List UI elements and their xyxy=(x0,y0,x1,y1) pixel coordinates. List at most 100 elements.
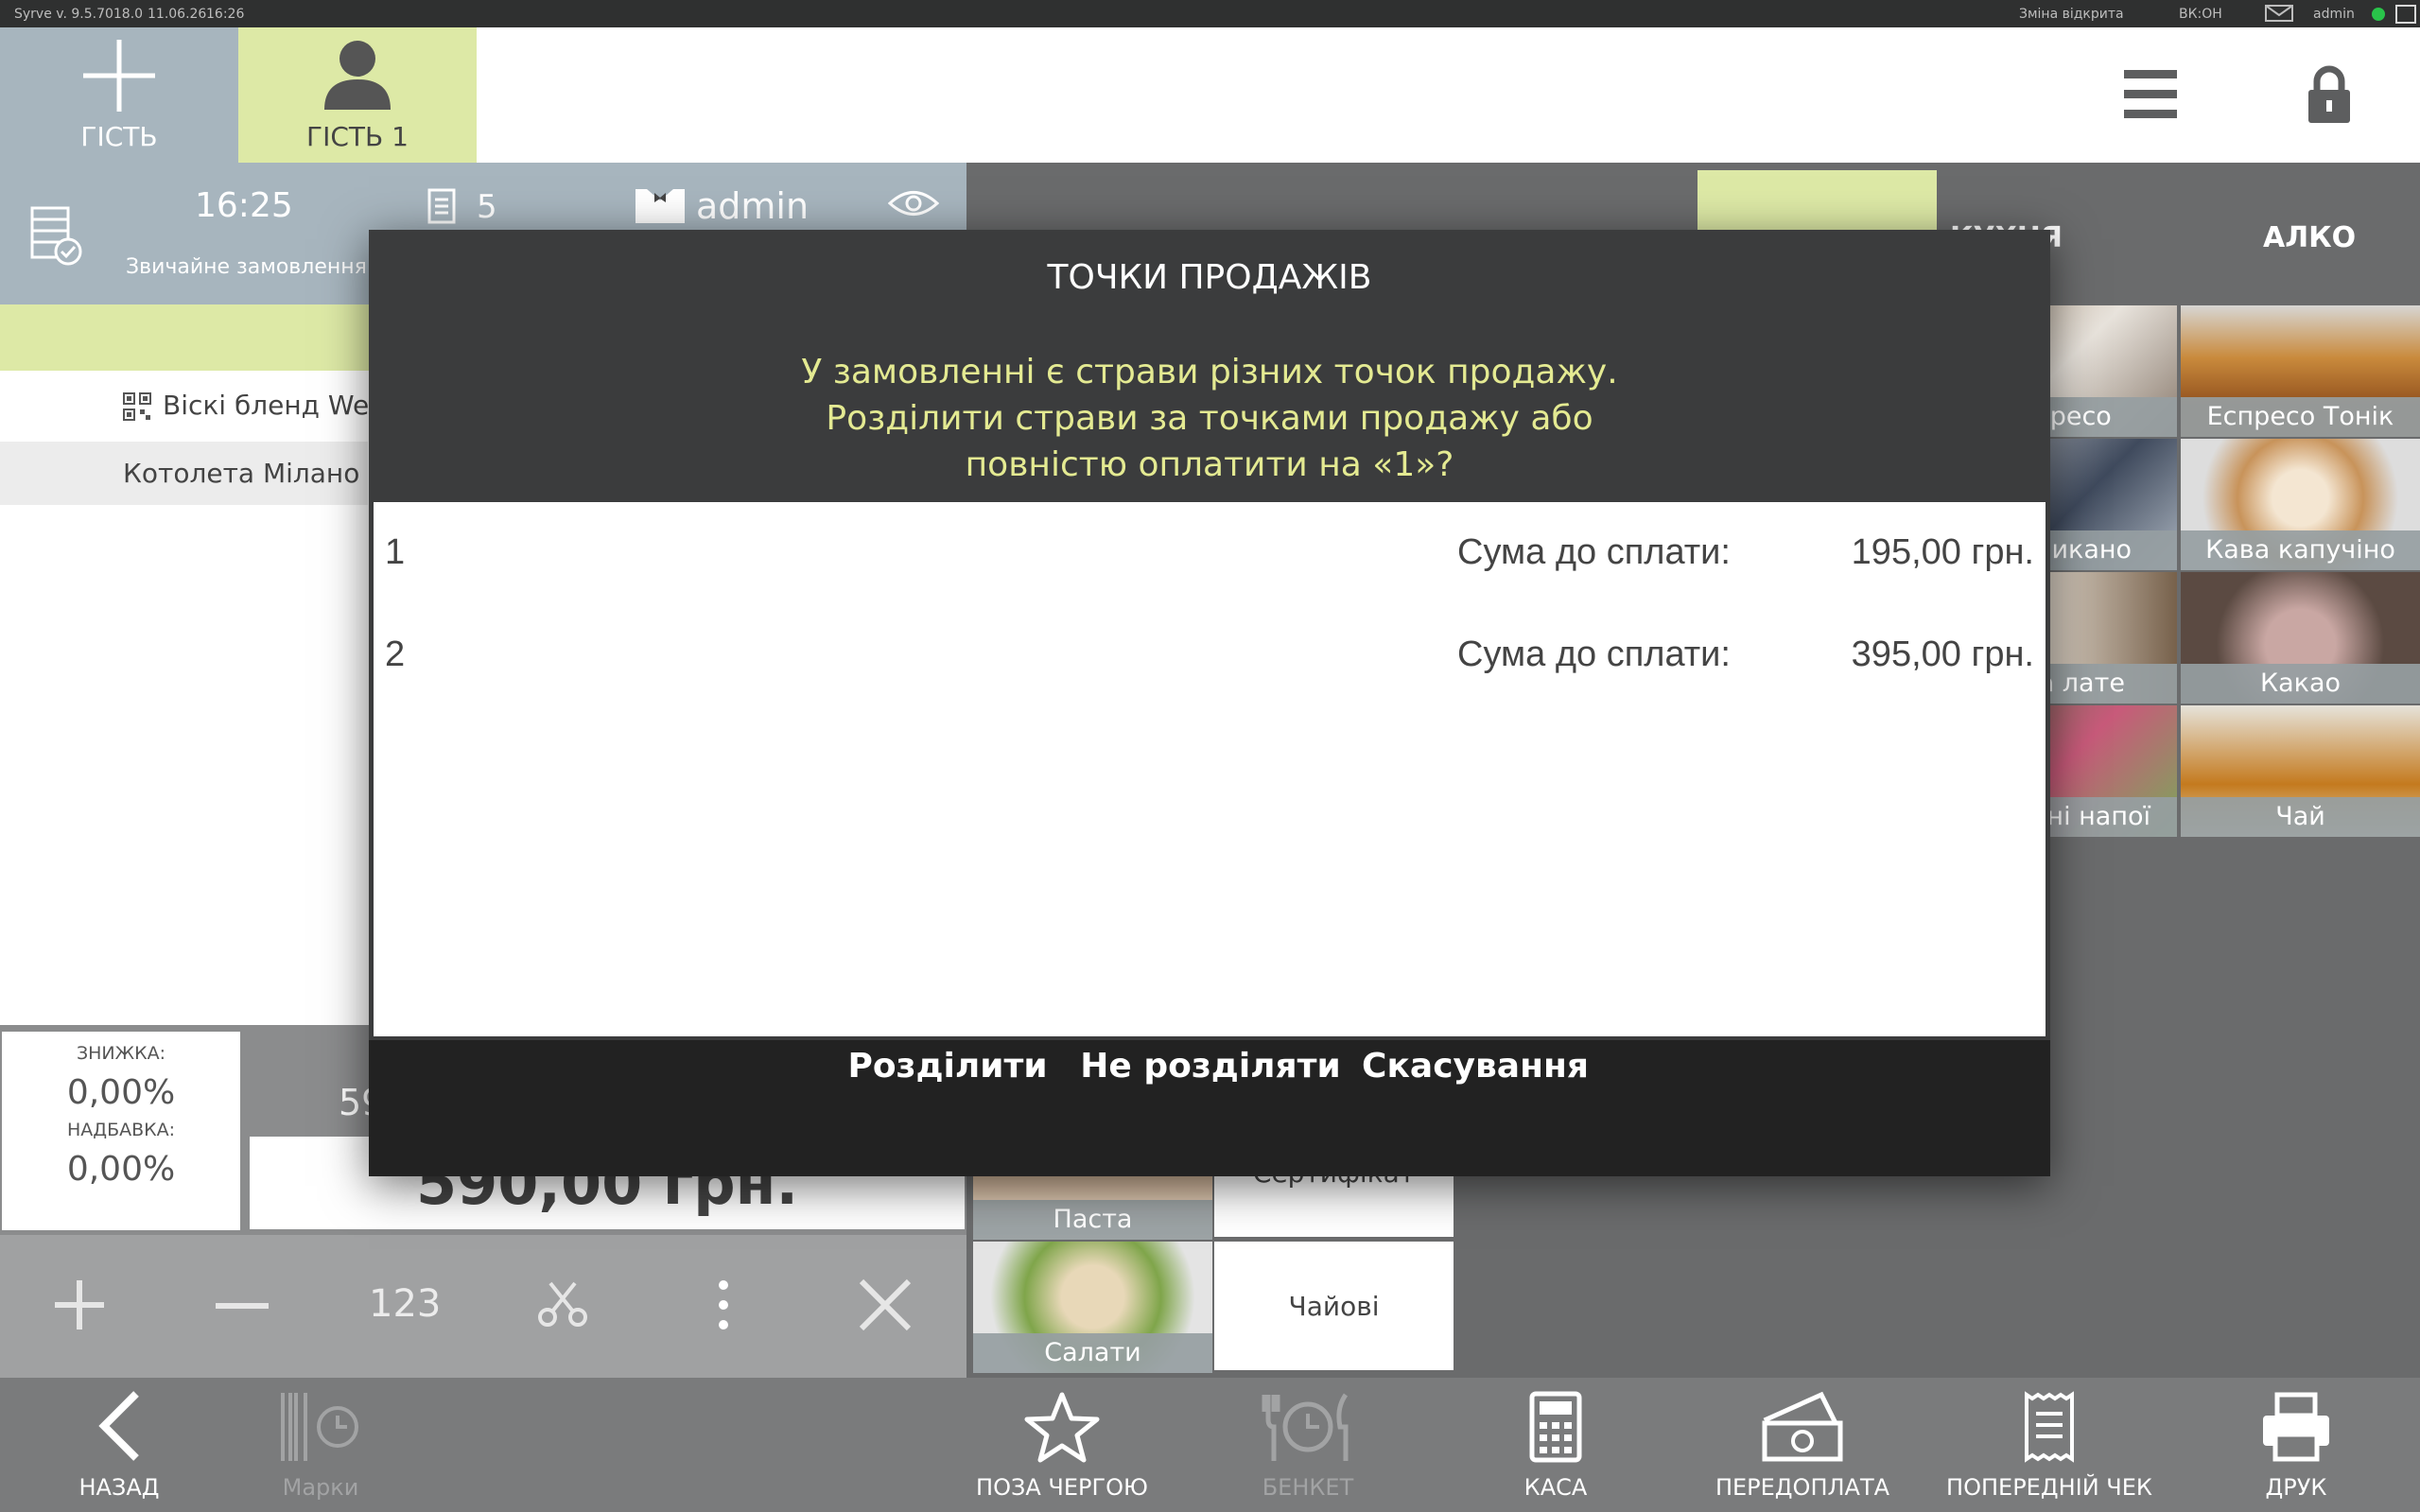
status-user: admin xyxy=(2313,7,2355,22)
calculator-icon xyxy=(1529,1391,1582,1463)
shift-status: Зміна відкрита xyxy=(2019,7,2124,22)
banquet-icon xyxy=(1262,1393,1349,1461)
menu-tile[interactable]: Какао xyxy=(2181,572,2420,704)
add-guest-label: ГІСТЬ xyxy=(80,121,158,152)
qr-code-icon xyxy=(123,392,151,421)
barcode-clock-icon xyxy=(281,1393,358,1461)
add-guest-button[interactable]: ГІСТЬ xyxy=(0,27,238,163)
surcharge-value: 0,00% xyxy=(66,1150,176,1189)
order-item[interactable]: Віскі бленд West xyxy=(0,374,393,437)
printer-icon xyxy=(2263,1392,2329,1462)
prepayment-label: ПЕРЕДОПЛАТА xyxy=(1715,1474,1890,1501)
eye-icon[interactable] xyxy=(888,189,939,217)
cash-label: КАСА xyxy=(1523,1474,1588,1501)
plus-icon xyxy=(83,40,155,112)
split-row-id: 2 xyxy=(385,634,406,674)
menu-tile[interactable]: Чай xyxy=(2181,705,2420,837)
order-toolbar xyxy=(0,1235,966,1378)
plus-icon[interactable] xyxy=(53,1278,106,1331)
split-row[interactable]: 2 Сума до сплати: 395,00 грн. xyxy=(374,604,2046,706)
mail-icon[interactable] xyxy=(2265,5,2293,22)
marks-button[interactable]: Марки xyxy=(212,1378,429,1512)
split-row-id: 1 xyxy=(385,532,406,572)
minimize-icon[interactable] xyxy=(2395,5,2416,24)
guest-avatar-icon xyxy=(324,41,391,110)
discount-label: ЗНИЖКА: xyxy=(76,1043,166,1064)
out-of-queue-button[interactable]: ПОЗА ЧЕРГОЮ xyxy=(953,1378,1171,1512)
guest-1-tab[interactable]: ГІСТЬ 1 xyxy=(238,27,477,163)
dialog-title: ТОЧКИ ПРОДАЖІВ xyxy=(1047,258,1372,297)
status-date: 11.06.26 xyxy=(148,7,207,22)
print-label: ДРУК xyxy=(2265,1474,2327,1501)
status-bar: Syrve v. 9.5.7018.0 11.06.26 16:26 Зміна… xyxy=(0,0,2420,27)
guest-row[interactable] xyxy=(0,304,369,371)
menu-tile[interactable]: Салати xyxy=(973,1242,1212,1373)
menu-tile[interactable]: Еспресо Тонік xyxy=(2181,305,2420,437)
delete-icon[interactable] xyxy=(859,1278,912,1331)
split-row-amount: 195,00 грн. xyxy=(1851,532,2034,572)
waiter-icon xyxy=(634,187,687,225)
no-split-button[interactable]: Не розділяти xyxy=(1080,1037,1340,1094)
surcharge-label: НАДБАВКА: xyxy=(66,1120,176,1140)
menu-tile-name: Чай xyxy=(2181,797,2420,837)
scissors-icon[interactable] xyxy=(537,1281,588,1329)
back-button[interactable]: НАЗАД xyxy=(10,1378,228,1512)
menu-tile[interactable]: Кава капучіно xyxy=(2181,439,2420,570)
document-icon xyxy=(427,188,456,224)
app-version: Syrve v. 9.5.7018.0 xyxy=(14,7,144,22)
category-tab-alko[interactable]: АЛКО xyxy=(2263,221,2356,254)
pre-check-button[interactable]: ПОПЕРЕДНІЙ ЧЕК xyxy=(1941,1378,2158,1512)
split-row-label: Сума до сплати: xyxy=(1457,532,1731,572)
discount-value: 0,00% xyxy=(66,1073,176,1112)
sale-points-dialog: ТОЧКИ ПРОДАЖІВ У замовленні є страви різ… xyxy=(369,230,2050,1176)
print-button[interactable]: ДРУК xyxy=(2187,1378,2405,1512)
order-item-name: Віскі бленд West xyxy=(163,390,393,421)
menu-tile-name: Чайові xyxy=(1288,1290,1380,1322)
receipt-icon xyxy=(2025,1391,2074,1463)
split-row[interactable]: 1 Сума до сплати: 195,00 грн. xyxy=(374,502,2046,604)
banquet-button[interactable]: БЕНКЕТ xyxy=(1199,1378,1417,1512)
out-of-queue-label: ПОЗА ЧЕРГОЮ xyxy=(976,1474,1148,1501)
pre-check-label: ПОПЕРЕДНІЙ ЧЕК xyxy=(1946,1474,2152,1501)
star-icon xyxy=(1024,1392,1100,1463)
marks-label: Марки xyxy=(282,1474,359,1501)
lock-icon[interactable] xyxy=(2308,64,2350,123)
cancel-button[interactable]: Скасування xyxy=(1362,1037,1589,1094)
split-row-amount: 395,00 грн. xyxy=(1851,634,2034,674)
status-time: 16:26 xyxy=(206,7,245,22)
dialog-message-line: У замовленні є страви різних точок прода… xyxy=(801,353,1618,391)
menu-tile-name: Еспресо Тонік xyxy=(2181,397,2420,437)
guest-1-label: ГІСТЬ 1 xyxy=(306,121,409,152)
quantity-input-button[interactable]: 123 xyxy=(369,1282,441,1326)
order-time: 16:25 xyxy=(195,186,293,225)
dialog-message-line: повністю оплатити на «1»? xyxy=(965,445,1454,484)
split-button[interactable]: Розділити xyxy=(847,1037,1047,1094)
order-type: Звичайне замовлення xyxy=(126,255,367,279)
chevron-left-icon xyxy=(98,1391,139,1461)
waiter-name: admin xyxy=(696,185,810,227)
menu-tile[interactable]: Чайові xyxy=(1214,1242,1454,1370)
more-options-icon[interactable] xyxy=(718,1279,729,1330)
split-row-label: Сума до сплати: xyxy=(1457,634,1731,674)
online-indicator xyxy=(2372,8,2385,21)
menu-tile-name: Кава капучіно xyxy=(2181,530,2420,570)
order-item-name: Котолета Мілано xyxy=(123,458,360,489)
category-tab-bar[interactable] xyxy=(1697,170,1937,231)
menu-tile-name: Какао xyxy=(2181,664,2420,704)
prepayment-button[interactable]: ПЕРЕДОПЛАТА xyxy=(1694,1378,1911,1512)
money-icon xyxy=(1762,1391,1843,1462)
order-count: 5 xyxy=(477,188,497,226)
dialog-message: У замовленні є страви різних точок прода… xyxy=(369,349,2050,488)
cash-button[interactable]: КАСА xyxy=(1447,1378,1664,1512)
banquet-label: БЕНКЕТ xyxy=(1262,1474,1354,1501)
split-list: 1 Сума до сплати: 195,00 грн. 2 Сума до … xyxy=(374,502,2046,1036)
order-item[interactable]: Котолета Мілано xyxy=(0,442,368,505)
discount-box[interactable]: ЗНИЖКА: 0,00% НАДБАВКА: 0,00% xyxy=(2,1032,240,1230)
back-label: НАЗАД xyxy=(78,1474,160,1501)
order-checklist-icon[interactable] xyxy=(30,206,83,267)
menu-tile-name: Салати xyxy=(973,1333,1212,1373)
menu-hamburger-icon[interactable] xyxy=(2124,70,2177,119)
minus-icon[interactable] xyxy=(216,1302,269,1310)
menu-tile-name: Паста xyxy=(973,1200,1212,1240)
vk-status: ВК:ОН xyxy=(2179,7,2222,22)
